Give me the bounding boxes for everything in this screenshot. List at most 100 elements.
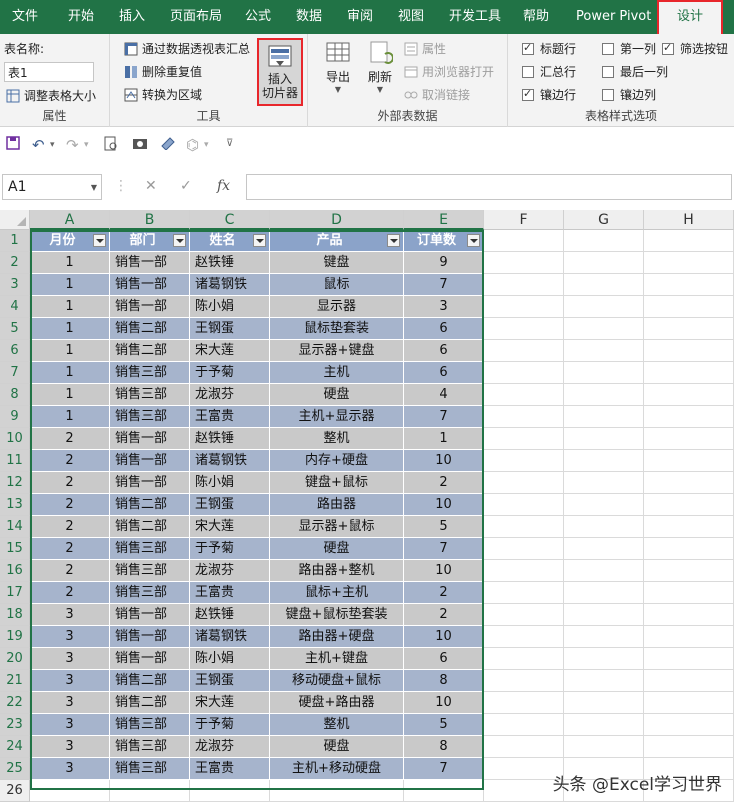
convert-to-range-button[interactable]: 转换为区域 [124, 86, 202, 103]
empty-cell[interactable] [564, 692, 644, 714]
row-header-25[interactable]: 25 [0, 758, 30, 780]
empty-cell[interactable] [644, 362, 734, 384]
banded-rows-checkbox[interactable]: 镶边行 [522, 86, 576, 103]
empty-cell[interactable] [644, 538, 734, 560]
formula-input[interactable] [246, 174, 732, 200]
table-cell[interactable]: 2 [404, 604, 484, 626]
column-header-h[interactable]: H [644, 210, 734, 230]
save-icon[interactable] [6, 136, 20, 154]
table-cell[interactable]: 王钢蛋 [190, 318, 270, 340]
empty-cell[interactable] [564, 604, 644, 626]
empty-cell[interactable] [644, 582, 734, 604]
table-cell[interactable]: 3 [30, 758, 110, 780]
table-cell[interactable]: 2 [30, 494, 110, 516]
column-header-b[interactable]: B [110, 210, 190, 230]
row-header-14[interactable]: 14 [0, 516, 30, 538]
table-cell[interactable]: 鼠标垫套装 [270, 318, 404, 340]
empty-cell[interactable] [484, 494, 564, 516]
empty-cell[interactable] [404, 780, 484, 802]
empty-cell[interactable] [564, 406, 644, 428]
row-header-5[interactable]: 5 [0, 318, 30, 340]
empty-cell[interactable] [564, 472, 644, 494]
table-cell[interactable]: 陈小娟 [190, 296, 270, 318]
table-cell[interactable]: 键盘+鼠标垫套装 [270, 604, 404, 626]
table-cell[interactable]: 5 [404, 714, 484, 736]
table-cell[interactable]: 硬盘+路由器 [270, 692, 404, 714]
undo-dropdown-icon[interactable]: ▾ [50, 140, 55, 150]
table-cell[interactable]: 销售一部 [110, 296, 190, 318]
table-cell[interactable]: 显示器+键盘 [270, 340, 404, 362]
column-header-g[interactable]: G [564, 210, 644, 230]
table-name-input[interactable]: 表1 [4, 62, 94, 82]
table-cell[interactable]: 销售三部 [110, 582, 190, 604]
table-cell[interactable]: 2 [404, 582, 484, 604]
empty-cell[interactable] [564, 230, 644, 252]
column-header-a[interactable]: A [30, 210, 110, 230]
row-header-6[interactable]: 6 [0, 340, 30, 362]
table-cell[interactable]: 宋大莲 [190, 516, 270, 538]
empty-cell[interactable] [190, 780, 270, 802]
tab-review[interactable]: 审阅 [347, 0, 373, 34]
first-column-checkbox[interactable]: 第一列 [602, 40, 656, 57]
table-cell[interactable]: 赵铁锤 [190, 428, 270, 450]
table-cell[interactable]: 6 [404, 362, 484, 384]
table-cell[interactable]: 销售三部 [110, 560, 190, 582]
table-cell[interactable]: 于予菊 [190, 714, 270, 736]
empty-cell[interactable] [484, 362, 564, 384]
table-cell[interactable]: 2 [404, 472, 484, 494]
table-cell[interactable]: 王富贵 [190, 582, 270, 604]
table-cell[interactable]: 10 [404, 494, 484, 516]
pivot-summary-button[interactable]: 通过数据透视表汇总 [124, 40, 250, 57]
column-header-e[interactable]: E [404, 210, 484, 230]
row-header-17[interactable]: 17 [0, 582, 30, 604]
tab-page-layout[interactable]: 页面布局 [170, 0, 222, 34]
tab-developer[interactable]: 开发工具 [449, 0, 501, 34]
empty-cell[interactable] [564, 340, 644, 362]
format-painter-icon[interactable] [160, 136, 176, 154]
export-button[interactable]: 导出 ▼ [320, 40, 356, 94]
table-cell[interactable]: 2 [30, 538, 110, 560]
row-header-21[interactable]: 21 [0, 670, 30, 692]
table-cell[interactable]: 诸葛钢铁 [190, 626, 270, 648]
empty-cell[interactable] [564, 714, 644, 736]
empty-cell[interactable] [564, 538, 644, 560]
touch-dropdown-icon[interactable]: ▾ [204, 140, 209, 150]
table-header-cell[interactable]: 部门 [110, 230, 190, 252]
empty-cell[interactable] [644, 670, 734, 692]
filter-dropdown-icon[interactable] [387, 234, 400, 247]
table-cell[interactable]: 诸葛钢铁 [190, 450, 270, 472]
tab-home[interactable]: 开始 [68, 0, 94, 34]
table-cell[interactable]: 销售三部 [110, 758, 190, 780]
resize-table-button[interactable]: 调整表格大小 [6, 87, 96, 104]
empty-cell[interactable] [644, 296, 734, 318]
table-cell[interactable]: 销售一部 [110, 648, 190, 670]
table-cell[interactable]: 销售一部 [110, 626, 190, 648]
empty-cell[interactable] [644, 516, 734, 538]
name-box-dropdown-icon[interactable]: ▼ [91, 183, 97, 192]
table-cell[interactable]: 路由器+硬盘 [270, 626, 404, 648]
table-cell[interactable]: 7 [404, 406, 484, 428]
empty-cell[interactable] [644, 736, 734, 758]
empty-cell[interactable] [484, 538, 564, 560]
row-header-7[interactable]: 7 [0, 362, 30, 384]
row-header-26[interactable]: 26 [0, 780, 30, 802]
confirm-icon[interactable]: ✓ [180, 178, 192, 194]
table-cell[interactable]: 销售二部 [110, 516, 190, 538]
table-cell[interactable]: 销售一部 [110, 472, 190, 494]
table-cell[interactable]: 10 [404, 560, 484, 582]
table-cell[interactable]: 5 [404, 516, 484, 538]
table-header-cell[interactable]: 月份 [30, 230, 110, 252]
touch-mode-icon[interactable]: ⌬ [186, 136, 199, 154]
row-header-23[interactable]: 23 [0, 714, 30, 736]
table-cell[interactable]: 销售三部 [110, 362, 190, 384]
row-header-9[interactable]: 9 [0, 406, 30, 428]
table-cell[interactable]: 1 [30, 362, 110, 384]
empty-cell[interactable] [484, 406, 564, 428]
row-header-4[interactable]: 4 [0, 296, 30, 318]
table-cell[interactable]: 硬盘 [270, 384, 404, 406]
print-preview-icon[interactable] [104, 136, 118, 156]
table-cell[interactable]: 3 [30, 648, 110, 670]
last-column-checkbox[interactable]: 最后一列 [602, 63, 668, 80]
filter-dropdown-icon[interactable] [253, 234, 266, 247]
customize-toolbar-icon[interactable]: ⊽ [226, 138, 233, 149]
